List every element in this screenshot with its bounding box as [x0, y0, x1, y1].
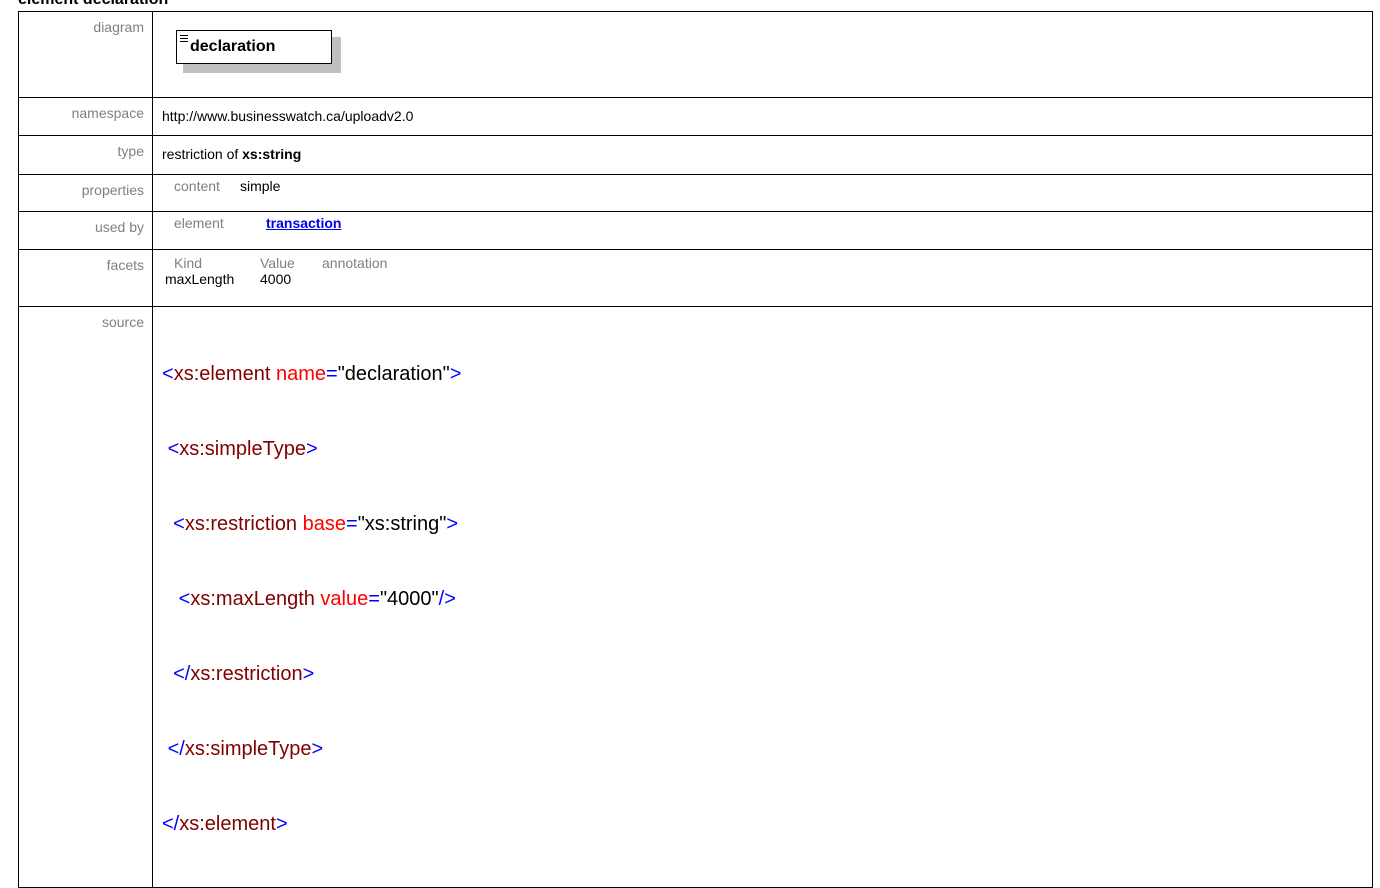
facet-kind: maxLength [165, 271, 235, 287]
source-code: <xs:element name="declaration"> <xs:simp… [162, 309, 1372, 887]
source-line: </xs:element> [162, 813, 288, 835]
properties-label: properties [18, 174, 153, 212]
facets-label: facets [18, 249, 153, 307]
property-key: content [174, 178, 220, 194]
properties-cell: content simple [152, 174, 1373, 212]
source-line: </xs:restriction> [173, 663, 315, 685]
type-base: xs:string [242, 146, 302, 162]
namespace-row: namespace http://www.businesswatch.ca/up… [18, 97, 1373, 136]
diagram-row: diagram declaration [18, 11, 1373, 98]
type-label: type [18, 135, 153, 175]
namespace-label: namespace [18, 97, 153, 136]
facet-value: 4000 [260, 271, 292, 287]
source-cell: <xs:element name="declaration"> <xs:simp… [152, 306, 1373, 888]
element-diagram: declaration [176, 30, 341, 74]
used-by-row: used by element transaction [18, 211, 1373, 250]
element-documentation-table: diagram declaration namespace http://www… [18, 11, 1373, 888]
used-by-cell: element transaction [152, 211, 1373, 250]
diagram-cell: declaration [152, 11, 1373, 98]
source-line: <xs:maxLength value="4000"/> [178, 588, 456, 610]
diagram-label: diagram [18, 11, 153, 98]
source-line: <xs:element name="declaration"> [162, 363, 462, 385]
facets-header-kind: Kind [174, 255, 203, 271]
section-heading: element declaration [18, 0, 168, 9]
source-line: </xs:simpleType> [167, 738, 324, 760]
diagram-element-name: declaration [190, 38, 276, 55]
diagram-element-box: declaration [176, 30, 332, 64]
facet-row: maxLength 4000 [162, 271, 1372, 287]
facets-cell: Kind Value annotation maxLength 4000 [152, 249, 1373, 307]
source-line: <xs:simpleType> [167, 438, 318, 460]
properties-row: properties content simple [18, 174, 1373, 212]
facets-row: facets Kind Value annotation maxLength 4… [18, 249, 1373, 307]
facets-header-row: Kind Value annotation [162, 255, 1372, 271]
facets-table: Kind Value annotation maxLength 4000 [162, 255, 1372, 287]
used-by-link-transaction[interactable]: transaction [266, 215, 341, 231]
facets-header-value: Value [260, 255, 295, 271]
source-row: source <xs:element name="declaration"> <… [18, 306, 1373, 888]
namespace-value: http://www.businesswatch.ca/uploadv2.0 [152, 97, 1373, 136]
type-prefix: restriction of [162, 146, 243, 162]
used-by-label: used by [18, 211, 153, 250]
type-value: restriction of xs:string [152, 135, 1373, 175]
type-row: type restriction of xs:string [18, 135, 1373, 175]
element-content-icon [180, 35, 188, 44]
source-label: source [18, 306, 153, 888]
facets-header-annotation: annotation [322, 255, 388, 271]
property-value: simple [240, 178, 281, 194]
used-by-kind: element [174, 215, 224, 231]
source-line: <xs:restriction base="xs:string"> [173, 513, 459, 535]
